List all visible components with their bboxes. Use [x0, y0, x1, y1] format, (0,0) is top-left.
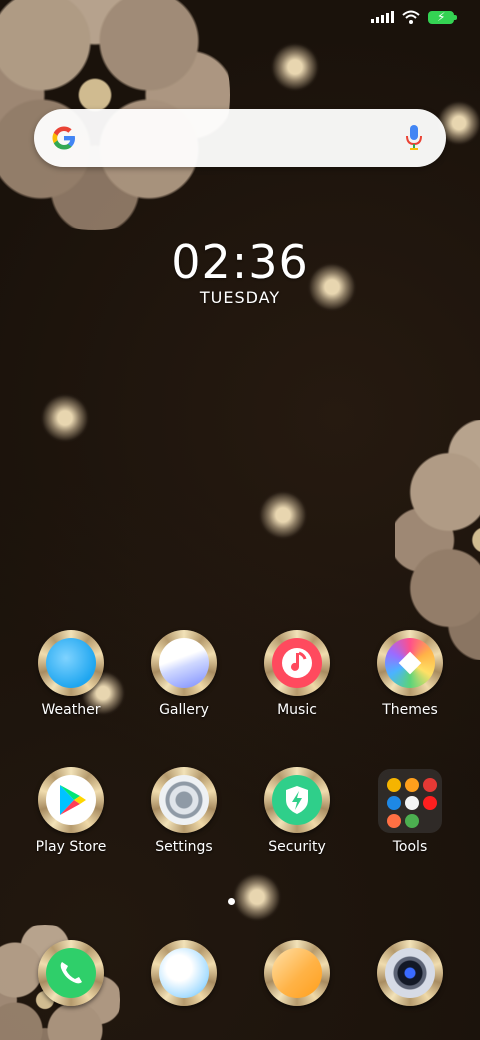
- microphone-icon[interactable]: [404, 124, 424, 152]
- mini-app-icon: [387, 778, 401, 792]
- dock-messages[interactable]: [129, 940, 239, 1006]
- mini-app-icon: [405, 814, 419, 828]
- app-label: Themes: [382, 702, 438, 718]
- mini-app-icon: [387, 814, 401, 828]
- clock-day: TUESDAY: [199, 288, 281, 307]
- music-icon: [264, 630, 330, 696]
- app-themes[interactable]: Themes: [355, 630, 465, 718]
- mini-app-icon: [405, 796, 419, 810]
- flower-decoration: [40, 393, 90, 443]
- charging-bolt-icon: ⚡: [437, 9, 446, 24]
- flower-decoration: [232, 872, 282, 922]
- status-bar: ⚡: [371, 9, 457, 24]
- app-label: Play Store: [35, 839, 107, 855]
- flower-decoration: [258, 490, 308, 540]
- clock-widget[interactable]: 02:36 TUESDAY: [0, 236, 480, 307]
- folder-tools[interactable]: Tools: [355, 769, 465, 855]
- app-label: Gallery: [159, 702, 209, 718]
- mini-app-icon: [423, 796, 437, 810]
- weather-icon: [38, 630, 104, 696]
- themes-icon: [377, 630, 443, 696]
- battery-charging-icon: ⚡: [428, 9, 457, 24]
- security-icon: [264, 767, 330, 833]
- camera-icon: [377, 940, 443, 1006]
- mini-app-icon: [423, 778, 437, 792]
- app-settings[interactable]: Settings: [129, 767, 239, 855]
- play-triangle-icon: [60, 785, 86, 815]
- tools-folder-icon: [378, 769, 442, 833]
- app-music[interactable]: Music: [242, 630, 352, 718]
- app-security[interactable]: Security: [242, 767, 352, 855]
- app-label: Settings: [155, 839, 213, 855]
- app-gallery[interactable]: Gallery: [129, 630, 239, 718]
- google-search-bar[interactable]: [34, 109, 446, 167]
- gallery-icon: [151, 630, 217, 696]
- notes-icon: [264, 940, 330, 1006]
- play-store-icon: [38, 767, 104, 833]
- app-label: Music: [277, 702, 317, 718]
- flower-decoration: [270, 42, 320, 92]
- page-indicator-dot: [228, 898, 235, 905]
- app-label: Weather: [41, 702, 101, 718]
- clock-time: 02:36: [171, 235, 309, 289]
- phone-handset-icon: [60, 962, 82, 984]
- dock-phone[interactable]: [16, 940, 126, 1006]
- app-play-store[interactable]: Play Store: [16, 767, 126, 855]
- app-label: Security: [268, 839, 326, 855]
- cellular-signal-icon: [371, 11, 394, 23]
- app-weather[interactable]: Weather: [16, 630, 126, 718]
- flower-decoration: [395, 420, 480, 660]
- home-screen: ⚡ 02:36 TUESDAY Weather Gallery Music Th…: [0, 0, 480, 1040]
- google-g-icon: [52, 126, 75, 150]
- dock-notes[interactable]: [242, 940, 352, 1006]
- mini-app-icon: [405, 778, 419, 792]
- phone-icon: [38, 940, 104, 1006]
- settings-icon: [151, 767, 217, 833]
- app-label: Tools: [392, 839, 428, 855]
- shield-bolt-icon: [286, 786, 308, 814]
- dock-camera[interactable]: [355, 940, 465, 1006]
- messages-icon: [151, 940, 217, 1006]
- wifi-icon: [402, 10, 420, 24]
- music-note-icon: [282, 648, 312, 678]
- mini-app-icon: [387, 796, 401, 810]
